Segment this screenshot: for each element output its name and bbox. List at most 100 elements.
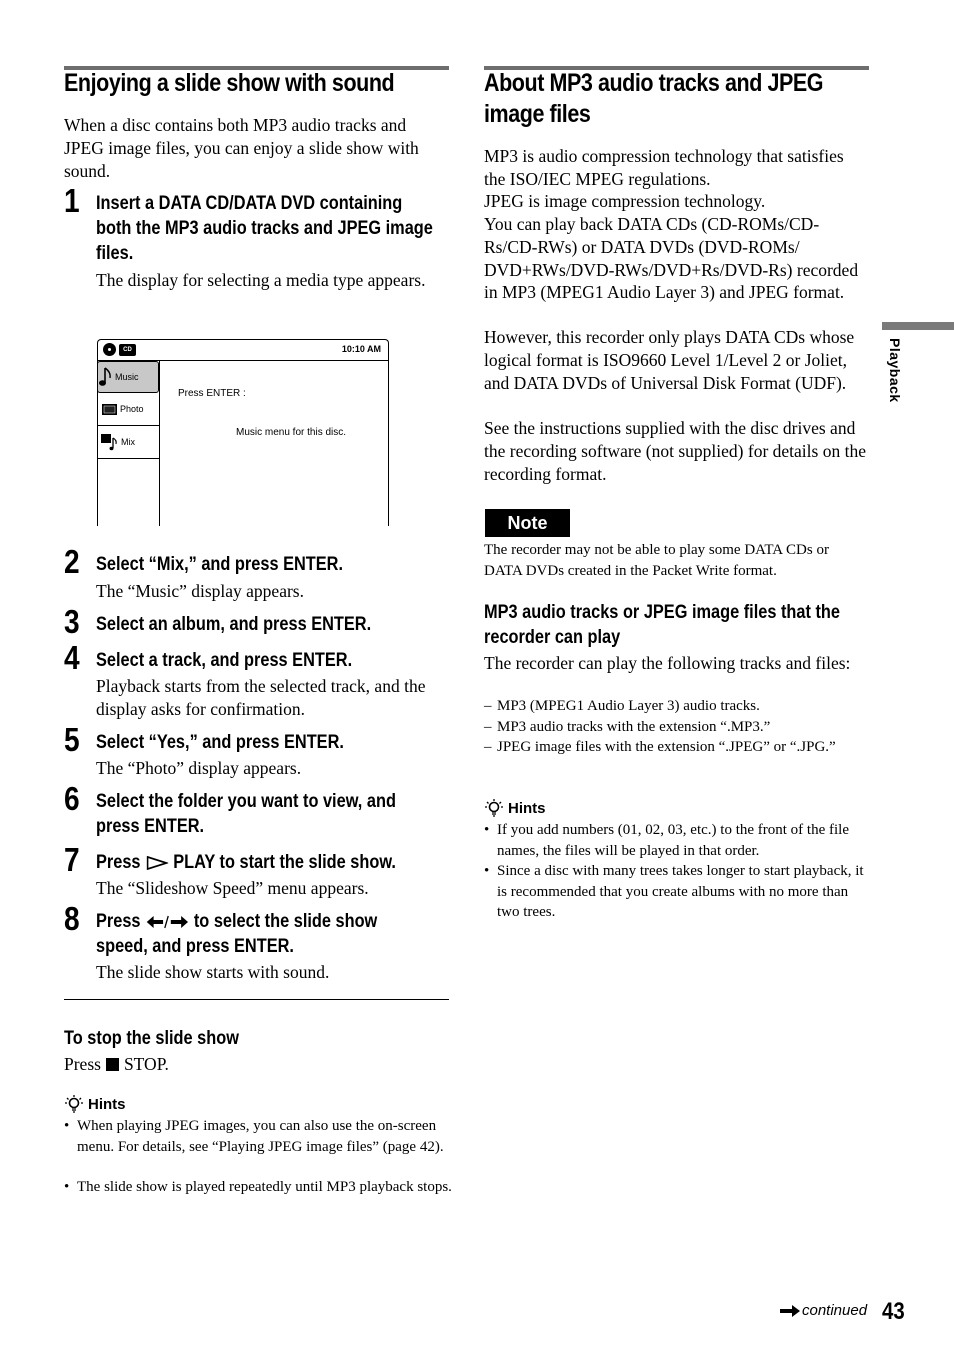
stop-instruction: Press STOP. [64, 1053, 169, 1076]
step-number: 1 [64, 182, 80, 219]
stop-text: Press [64, 1054, 101, 1074]
lightbulb-icon [485, 799, 503, 817]
step-number: 5 [64, 721, 80, 758]
playable-item: – MP3 (MPEG1 Audio Layer 3) audio tracks. [484, 696, 882, 717]
intro-paragraph: When a disc contains both MP3 audio trac… [64, 115, 419, 181]
playable-intro: The recorder can play the following trac… [484, 653, 851, 673]
step-title: press ENTER. [96, 816, 205, 837]
playable-text: MP3 (MPEG1 Audio Layer 3) audio tracks. [497, 698, 760, 714]
step-title: speed, and press ENTER. [96, 936, 294, 957]
hint-item: • Since a disc with many trees takes long… [484, 861, 872, 923]
hint-text: If you add numbers (01, 02, 03, etc.) to… [497, 822, 849, 859]
menu-item-label: Photo [120, 404, 144, 414]
paragraph: However, this recorder only plays DATA C… [484, 327, 855, 393]
step-description: The “Slideshow Speed” menu appears. [96, 878, 369, 898]
paragraph: You can play back DATA CDs (CD-ROMs/CD-R… [484, 214, 859, 303]
mix-icon [101, 434, 117, 451]
section-title: Enjoying a slide show with sound [64, 69, 395, 97]
menu-item-label: Music [115, 372, 139, 382]
page-number: 43 [882, 1298, 905, 1325]
step-number: 2 [64, 543, 80, 580]
side-tab-label: Playback [887, 338, 903, 403]
menu-item-music[interactable]: Music [97, 361, 159, 393]
paragraph: MP3 is audio compression technology that… [484, 146, 844, 189]
step-title-text: to select the slide show [193, 911, 378, 932]
bullet: • [484, 822, 490, 838]
step-title: Insert a DATA CD/DATA DVD containing [96, 193, 403, 214]
section-title: image files [484, 100, 591, 128]
continued-label: continued [780, 1302, 867, 1319]
paragraph: JPEG is image compression technology. [484, 191, 766, 211]
bullet: • [484, 863, 490, 879]
step-description: The “Music” display appears. [96, 581, 304, 601]
stop-icon [105, 1057, 119, 1071]
side-tab-rule [882, 322, 954, 330]
step-title: files. [96, 243, 134, 264]
stop-heading: To stop the slide show [64, 1028, 239, 1049]
media-type-screen: CD 10:10 AM Music Photo Mix Press ENTER … [97, 339, 389, 526]
step-number: 8 [64, 900, 80, 937]
playable-text: MP3 audio tracks with the extension “.MP… [497, 719, 771, 735]
divider [64, 999, 449, 1000]
step-title: Select the folder you want to view, and [96, 791, 396, 812]
step-description: The “Photo” display appears. [96, 758, 302, 778]
left-right-arrows-icon [146, 915, 188, 928]
step-title: Select a track, and press ENTER. [96, 650, 353, 671]
screen-prompt: Press ENTER : [178, 388, 246, 399]
hint-text: The slide show is played repeatedly unti… [77, 1179, 452, 1195]
playable-text: JPEG image files with the extension “.JP… [497, 739, 836, 755]
screen-message: Music menu for this disc. [236, 427, 347, 438]
step-number: 6 [64, 780, 80, 817]
hint-text: Since a disc with many trees takes longe… [497, 863, 864, 920]
music-note-icon [99, 367, 111, 386]
step-title-text: Press [96, 911, 141, 932]
cd-badge: CD [119, 344, 136, 356]
lightbulb-icon [65, 1095, 83, 1113]
playable-heading: MP3 audio tracks or JPEG image files tha… [484, 602, 840, 623]
dash: – [484, 739, 492, 755]
playable-item: – JPEG image files with the extension “.J… [484, 737, 837, 758]
step-title: both the MP3 audio tracks and JPEG image [96, 218, 433, 239]
paragraph: See the instructions supplied with the d… [484, 418, 866, 484]
hint-item: • If you add numbers (01, 02, 03, etc.) t… [484, 820, 882, 861]
step-description: The slide show starts with sound. [96, 962, 330, 982]
step-title-text: PLAY to start the slide show. [173, 852, 396, 873]
step-description: The display for selecting a media type a… [96, 270, 426, 290]
photo-icon [102, 404, 117, 415]
step-title: Press PLAY to start the slide show. [96, 850, 396, 875]
menu-item-photo[interactable]: Photo [98, 393, 159, 426]
playable-item: – MP3 audio tracks with the extension “.M… [484, 717, 882, 738]
screen-header: CD 10:10 AM [98, 340, 388, 361]
menu-item-mix[interactable]: Mix [98, 426, 159, 459]
media-menu: Music Photo Mix [97, 361, 160, 526]
right-arrow-icon [780, 1304, 800, 1317]
note-badge: Note [485, 509, 570, 537]
dash: – [484, 698, 492, 714]
hint-text: When playing JPEG images, you can also u… [77, 1118, 444, 1155]
bullet: • [64, 1179, 70, 1195]
step-title: Press to select the slide show [96, 909, 377, 934]
menu-item-label: Mix [121, 437, 135, 447]
step-number: 4 [64, 639, 80, 676]
step-number: 3 [64, 603, 80, 640]
disc-icon [103, 343, 116, 356]
step-title: Select “Yes,” and press ENTER. [96, 732, 344, 753]
play-icon [146, 855, 169, 870]
step-description: Playback starts from the selected track,… [96, 676, 426, 719]
hints-title: Hints [88, 1095, 126, 1113]
hints-heading: Hints [64, 1094, 126, 1114]
stop-text: STOP. [123, 1054, 169, 1074]
continued-text: continued [802, 1302, 868, 1319]
step-title-text: Press [96, 852, 141, 873]
step-title: Select an album, and press ENTER. [96, 614, 372, 635]
bullet: • [64, 1118, 70, 1134]
step-number: 7 [64, 841, 80, 878]
hints-heading: Hints [484, 798, 546, 818]
hint-item: • When playing JPEG images, you can also … [64, 1116, 457, 1157]
note-text: The recorder may not be able to play som… [484, 542, 829, 579]
section-title: About MP3 audio tracks and JPEG [484, 69, 824, 97]
step-title: Select “Mix,” and press ENTER. [96, 554, 343, 575]
clock: 10:10 AM [341, 344, 381, 354]
hints-title: Hints [508, 799, 546, 817]
dash: – [484, 719, 492, 735]
